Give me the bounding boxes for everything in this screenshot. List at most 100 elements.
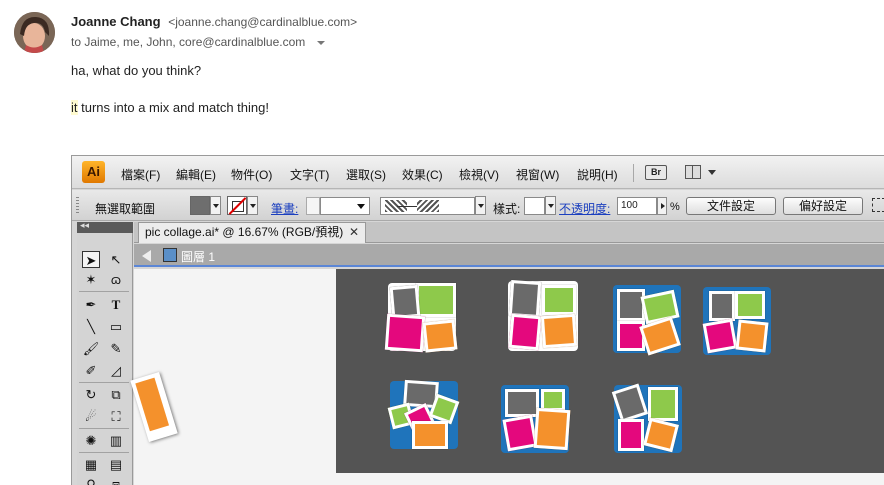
sender-avatar[interactable] <box>14 12 55 53</box>
collage-tile[interactable] <box>384 283 458 353</box>
menu-file[interactable]: 檔案(F) <box>121 166 160 183</box>
direct-selection-tool-icon[interactable]: ↖ <box>107 251 125 268</box>
photo-frame <box>505 389 539 417</box>
photo-frame <box>618 419 644 451</box>
stroke-dropdown[interactable] <box>247 196 258 215</box>
crop-area-icon[interactable] <box>872 198 884 212</box>
stroke-weight-field[interactable] <box>320 197 370 215</box>
opacity-label[interactable]: 不透明度: <box>559 200 610 217</box>
collage-tile[interactable] <box>613 285 681 356</box>
artboard[interactable] <box>336 269 884 473</box>
chevron-down-icon[interactable] <box>316 40 325 45</box>
pen-tool-icon[interactable]: ✒ <box>82 296 100 313</box>
tool-divider <box>79 291 129 292</box>
menu-view[interactable]: 檢視(V) <box>459 166 499 183</box>
style-label: 樣式: <box>493 202 521 216</box>
tool-divider <box>79 452 129 453</box>
pencil-tool-icon[interactable]: ✎ <box>107 340 125 357</box>
menu-type[interactable]: 文字(T) <box>290 166 329 183</box>
recipients-text: to Jaime, me, John, core@cardinalblue.co… <box>71 35 306 49</box>
symbol-sprayer-tool-icon[interactable]: ✺ <box>82 432 100 449</box>
paintbrush-tool-icon[interactable]: 🖌 <box>82 340 100 357</box>
menu-divider <box>633 164 634 182</box>
fill-swatch[interactable] <box>190 196 210 215</box>
photo-frame <box>422 319 458 353</box>
opacity-slider-toggle[interactable] <box>657 197 667 215</box>
stroke-label[interactable]: 筆畫: <box>271 200 298 217</box>
blend-tool-icon[interactable]: ⧈ <box>107 476 125 485</box>
line-tool-icon[interactable]: ╲ <box>82 318 100 335</box>
layer-icon <box>163 248 177 262</box>
email-body-line-2-text: turns into a mix and match thing! <box>77 100 269 115</box>
stroke-swatch[interactable] <box>227 196 247 215</box>
style-dropdown[interactable] <box>545 196 556 215</box>
tools-panel: ◂◂ ➤ ↖ ✶ ɷ ✒ T ╲ ▭ 🖌 ✎ ✐ ◿ ↻ ⧉ ☄ ⛶ ✺ ▥ ▦… <box>77 220 133 485</box>
brush-preview <box>397 206 437 207</box>
blob-brush-tool-icon[interactable]: ✐ <box>82 362 100 379</box>
photo-frame <box>416 283 456 317</box>
menu-window[interactable]: 視窗(W) <box>516 166 559 183</box>
collage-tile[interactable] <box>387 379 460 449</box>
brush-definition-field[interactable] <box>380 197 475 215</box>
gradient-tool-icon[interactable]: ▤ <box>107 456 125 473</box>
menu-effect[interactable]: 效果(C) <box>402 166 443 183</box>
collage-tile[interactable] <box>611 383 682 453</box>
style-swatch[interactable] <box>524 197 545 215</box>
magic-wand-tool-icon[interactable]: ✶ <box>82 271 100 288</box>
column-graph-tool-icon[interactable]: ▥ <box>107 432 125 449</box>
layer-name[interactable]: 圖層 1 <box>181 248 215 265</box>
stroke-weight-stepper[interactable] <box>306 197 320 215</box>
close-icon[interactable]: ✕ <box>349 223 359 242</box>
preferences-button[interactable]: 偏好設定 <box>783 197 863 215</box>
fill-dropdown[interactable] <box>210 196 221 215</box>
collage-tile[interactable] <box>702 287 771 355</box>
lasso-tool-icon[interactable]: ɷ <box>107 271 125 288</box>
email-body-line-1: ha, what do you think? <box>71 63 202 78</box>
chevron-down-icon <box>357 204 365 209</box>
mesh-tool-icon[interactable]: ▦ <box>82 456 100 473</box>
sender-email: <joanne.chang@cardinalblue.com> <box>168 15 358 29</box>
opacity-input[interactable]: 100 <box>617 197 657 215</box>
bridge-button[interactable]: Br <box>645 165 667 180</box>
eraser-tool-icon[interactable]: ◿ <box>107 362 125 379</box>
menu-select[interactable]: 選取(S) <box>346 166 386 183</box>
illustrator-logo: Ai <box>82 161 105 183</box>
off-artboard-photo[interactable] <box>130 372 178 442</box>
brush-dropdown[interactable] <box>475 196 486 215</box>
scale-tool-icon[interactable]: ⧉ <box>107 386 125 403</box>
collage-tile[interactable] <box>501 385 571 453</box>
document-tab[interactable]: pic collage.ai* @ 16.67% (RGB/預視) ✕ <box>138 222 366 243</box>
document-setup-button[interactable]: 文件設定 <box>686 197 776 215</box>
selection-tool-icon[interactable]: ➤ <box>82 251 100 268</box>
rectangle-tool-icon[interactable]: ▭ <box>107 318 125 335</box>
menu-object[interactable]: 物件(O) <box>231 166 272 183</box>
sender-name[interactable]: Joanne Chang <box>71 14 161 29</box>
canvas-area[interactable] <box>130 269 884 485</box>
collapse-icon[interactable]: ◂◂ <box>80 220 89 231</box>
type-tool-icon[interactable]: T <box>107 296 125 313</box>
control-bar: 無選取範圍 筆畫: 樣式: 不透明度: 100 % 文件設定 偏好設定 <box>72 190 884 221</box>
tool-divider <box>79 382 129 383</box>
photo-frame <box>611 383 649 423</box>
photo-frame <box>709 291 735 321</box>
grip-handle-icon[interactable] <box>76 197 79 214</box>
tools-panel-header[interactable]: ◂◂ <box>77 220 133 233</box>
rotate-tool-icon[interactable]: ↻ <box>82 386 100 403</box>
tool-divider <box>79 428 129 429</box>
photo-frame <box>508 313 542 351</box>
photo-frame <box>412 421 448 449</box>
menu-edit[interactable]: 編輯(E) <box>176 166 216 183</box>
arrange-documents-icon[interactable] <box>685 165 701 179</box>
collage-tile[interactable] <box>508 279 578 351</box>
free-transform-tool-icon[interactable]: ⛶ <box>107 408 125 425</box>
warp-tool-icon[interactable]: ☄ <box>82 408 100 425</box>
recipients-line[interactable]: to Jaime, me, John, core@cardinalblue.co… <box>71 35 325 49</box>
photo-frame <box>508 279 542 319</box>
email-body-line-2: it turns into a mix and match thing! <box>71 100 269 115</box>
menu-help[interactable]: 說明(H) <box>577 166 618 183</box>
back-arrow-icon[interactable] <box>142 250 151 262</box>
document-tab-bar: pic collage.ai* @ 16.67% (RGB/預視) ✕ <box>134 222 884 243</box>
eyedropper-tool-icon[interactable]: ⚲ <box>82 476 100 485</box>
chevron-down-icon[interactable] <box>708 170 716 175</box>
percent-sign: % <box>670 201 680 213</box>
